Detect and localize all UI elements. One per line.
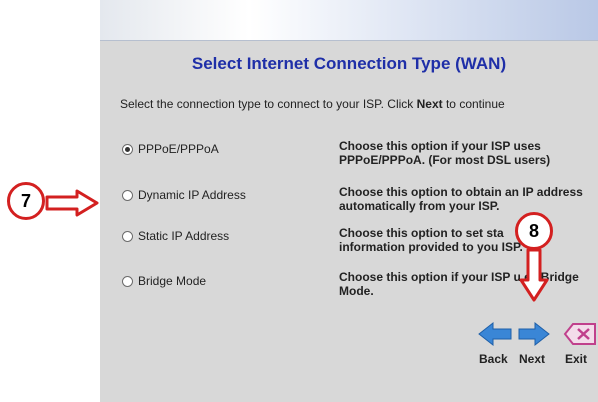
exit-x-icon [563, 323, 596, 345]
header-banner [100, 0, 598, 40]
option-label: Dynamic IP Address [138, 188, 246, 202]
option-static-ip[interactable]: Static IP Address [122, 229, 229, 243]
step-8-marker: 8 [515, 212, 553, 250]
option-label: PPPoE/PPPoA [138, 142, 219, 156]
option-pppoe[interactable]: PPPoE/PPPoA [122, 142, 219, 156]
option-description: Choose this option to set sta information… [339, 226, 523, 254]
option-description: Choose this option if your ISP uses PPPoE… [339, 139, 551, 167]
radio-dynamic-ip[interactable] [122, 189, 133, 201]
option-dynamic-ip[interactable]: Dynamic IP Address [122, 188, 246, 202]
option-label: Static IP Address [138, 229, 230, 243]
option-description: Choose this option if your ISP u es Brid… [339, 270, 579, 298]
next-arrow-icon [518, 321, 550, 347]
back-arrow-icon [478, 321, 512, 347]
radio-pppoe[interactable] [122, 143, 133, 155]
step-7-marker: 7 [7, 182, 45, 220]
option-label: Bridge Mode [138, 274, 207, 288]
page-title: Select Internet Connection Type (WAN) [191, 54, 507, 73]
banner-divider [100, 40, 598, 41]
radio-static-ip[interactable] [122, 230, 133, 242]
option-description: Choose this option to obtain an IP addre… [339, 185, 583, 213]
pointer-arrow-right-icon [45, 189, 99, 217]
pointer-arrow-down-icon [519, 248, 549, 302]
option-bridge-mode[interactable]: Bridge Mode [122, 274, 206, 288]
radio-bridge-mode[interactable] [122, 275, 133, 287]
instruction-text: Select the connection type to connect to… [120, 97, 505, 111]
